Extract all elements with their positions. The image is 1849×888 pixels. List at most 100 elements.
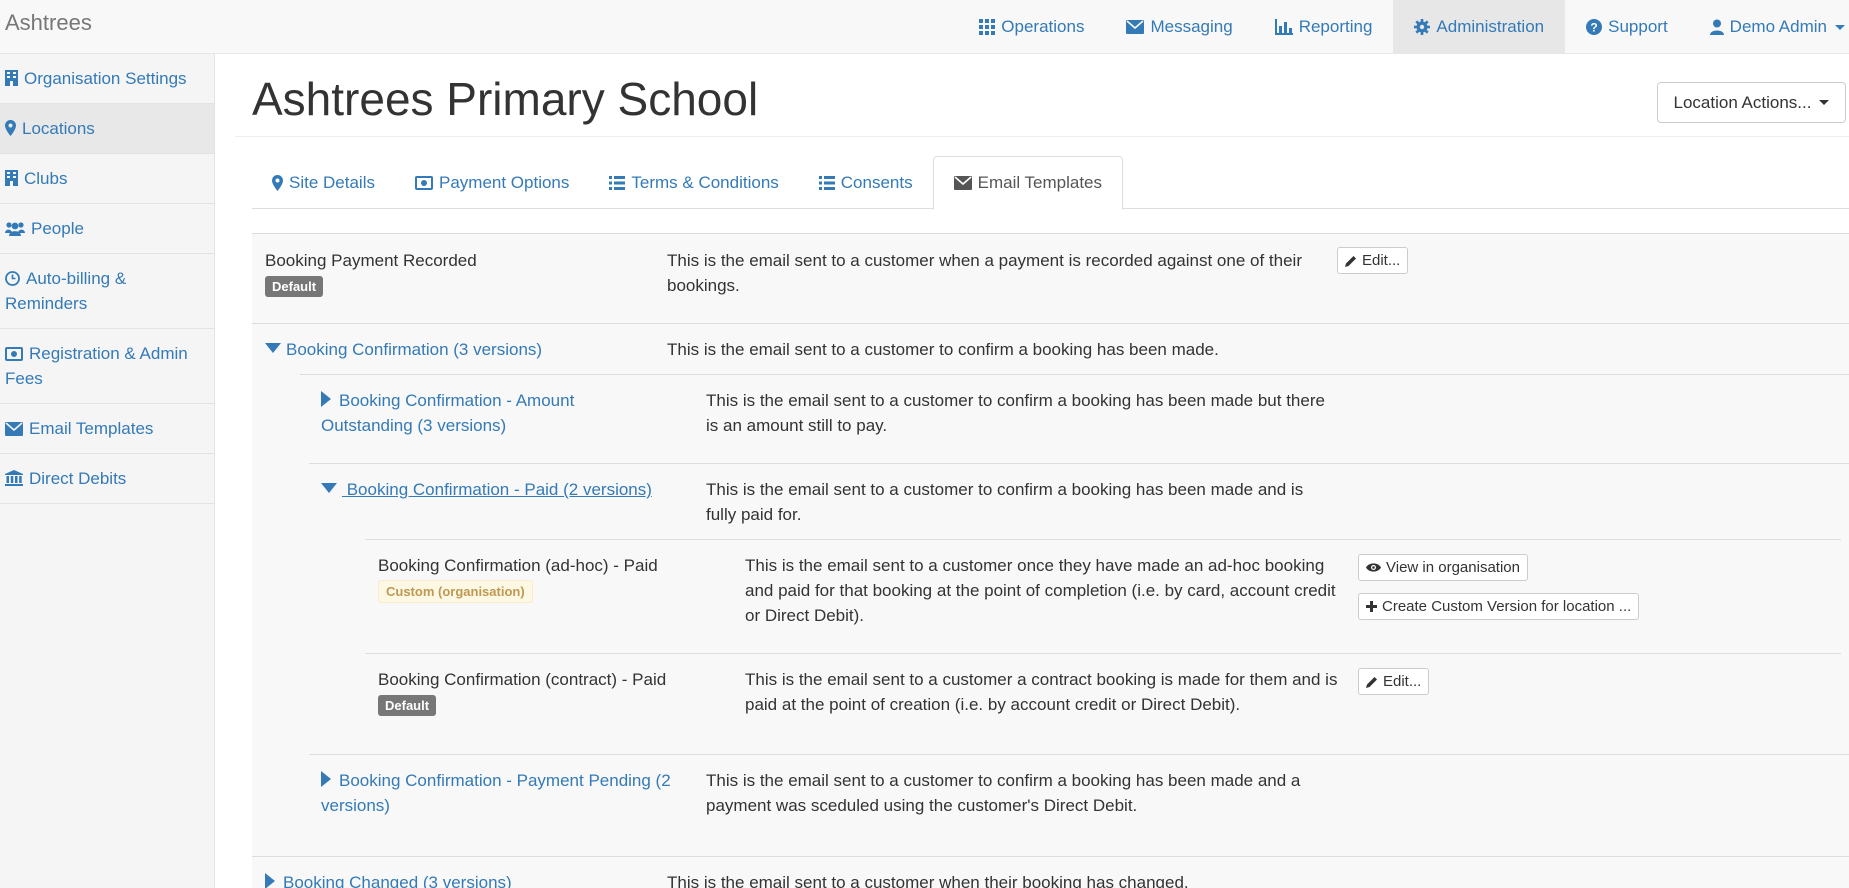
nav-messaging-label: Messaging <box>1150 17 1233 36</box>
template-description: This is the email sent to a customer whe… <box>667 873 1189 888</box>
envelope-icon <box>1126 20 1145 34</box>
nav-operations[interactable]: Operations <box>958 0 1105 54</box>
template-name: Booking Payment Recorded <box>265 251 477 270</box>
building-icon <box>5 70 18 86</box>
bar-chart-icon <box>1274 19 1293 35</box>
sidebar-item-email-templates[interactable]: Email Templates <box>0 404 214 454</box>
location-actions-label: Location Actions... <box>1673 92 1812 112</box>
location-tabs: Site Details Payment Options Terms & Con… <box>252 156 1849 210</box>
pencil-icon <box>1345 255 1356 267</box>
status-badge: Custom (organisation) <box>378 580 533 603</box>
nav-user-menu[interactable]: Demo Admin <box>1689 0 1849 54</box>
template-group-link[interactable]: Booking Changed (3 versions) <box>283 873 512 888</box>
sidebar-item-label: Clubs <box>24 169 68 188</box>
sidebar-item-label: Organisation Settings <box>24 69 187 88</box>
template-description: This is the email sent to a customer to … <box>706 771 1301 815</box>
edit-button-label: Edit... <box>1362 252 1401 269</box>
map-marker-icon <box>5 120 16 136</box>
users-icon <box>5 222 25 236</box>
tab-email-templates[interactable]: Email Templates <box>932 156 1124 210</box>
tab-consents[interactable]: Consents <box>799 156 933 209</box>
grid-icon <box>979 19 996 35</box>
email-templates-list: Booking Payment Recorded Default This is… <box>252 233 1849 888</box>
template-group-toggle[interactable]: Booking Confirmation - Payment Pending (… <box>321 768 681 818</box>
sidebar: Organisation Settings Locations Clubs Pe… <box>0 54 215 888</box>
brand-logo[interactable]: Ashtrees <box>5 10 92 36</box>
money-icon <box>5 347 23 361</box>
row-divider <box>252 323 1849 324</box>
template-description: This is the email sent to a customer to … <box>706 480 1304 524</box>
pencil-icon <box>1366 676 1377 688</box>
chevron-down-icon <box>1819 100 1830 105</box>
svg-text:?: ? <box>1590 21 1597 35</box>
template-group-link[interactable]: Booking Confirmation - Paid (2 versions) <box>342 480 652 499</box>
template-description: This is the email sent to a customer to … <box>667 340 1219 359</box>
chevron-down-icon <box>1835 24 1845 30</box>
nav-administration-label: Administration <box>1436 17 1545 36</box>
envelope-icon <box>5 422 23 436</box>
clock-icon <box>5 271 20 286</box>
list-icon <box>609 175 626 190</box>
template-group-toggle[interactable]: Booking Changed (3 versions) <box>265 870 665 888</box>
template-description: This is the email sent to a customer a c… <box>745 670 1338 714</box>
sidebar-item-people[interactable]: People <box>0 204 214 254</box>
nav-operations-label: Operations <box>1001 17 1085 36</box>
row-divider <box>252 856 1849 857</box>
template-group-link[interactable]: Booking Confirmation - Payment Pending (… <box>321 771 671 815</box>
question-icon: ? <box>1586 19 1603 35</box>
tab-site-details[interactable]: Site Details <box>252 156 395 209</box>
caret-down-icon <box>265 343 281 353</box>
map-marker-icon <box>272 174 283 191</box>
template-group-link[interactable]: Booking Confirmation (3 versions) <box>286 340 542 359</box>
template-name-cell: Booking Confirmation (ad-hoc) - Paid Cus… <box>378 553 698 603</box>
edit-button[interactable]: Edit... <box>1337 247 1409 274</box>
caret-right-icon <box>321 771 331 787</box>
view-in-organisation-button[interactable]: View in organisation <box>1358 554 1528 581</box>
nav-support[interactable]: ? Support <box>1565 0 1689 54</box>
edit-button-label: Edit... <box>1383 673 1422 690</box>
template-description: This is the email sent to a customer onc… <box>745 556 1336 625</box>
building-icon <box>5 170 18 186</box>
nav-administration[interactable]: Administration <box>1393 0 1566 54</box>
tab-label: Terms & Conditions <box>631 172 779 192</box>
nav-reporting-label: Reporting <box>1298 17 1373 36</box>
sidebar-item-auto-billing[interactable]: Auto-billing & Reminders <box>0 254 214 329</box>
bank-icon <box>5 470 23 486</box>
tab-terms-conditions[interactable]: Terms & Conditions <box>589 156 798 209</box>
view-button-label: View in organisation <box>1386 559 1520 576</box>
sidebar-item-clubs[interactable]: Clubs <box>0 154 214 204</box>
template-name-cell: Booking Payment Recorded Default <box>265 248 645 298</box>
eye-icon <box>1366 563 1381 572</box>
location-actions-button[interactable]: Location Actions... <box>1657 82 1846 123</box>
edit-button[interactable]: Edit... <box>1358 668 1430 695</box>
sidebar-item-direct-debits[interactable]: Direct Debits <box>0 454 214 504</box>
sidebar-item-locations[interactable]: Locations <box>0 104 214 154</box>
create-custom-version-button[interactable]: Create Custom Version for location ... <box>1358 593 1640 620</box>
caret-right-icon <box>265 873 275 888</box>
template-name-cell: Booking Confirmation (contract) - Paid D… <box>378 667 698 717</box>
nav-user-label: Demo Admin <box>1729 17 1827 36</box>
envelope-icon <box>953 176 972 190</box>
page-title: Ashtrees Primary School <box>252 73 759 125</box>
row-divider <box>309 754 1849 755</box>
sidebar-item-registration-fees[interactable]: Registration & Admin Fees <box>0 329 214 404</box>
template-group-toggle[interactable]: Booking Confirmation - Paid (2 versions) <box>321 477 681 502</box>
tab-label: Payment Options <box>438 172 570 192</box>
nav-reporting[interactable]: Reporting <box>1254 0 1394 54</box>
status-badge: Default <box>378 695 437 716</box>
sidebar-item-organisation-settings[interactable]: Organisation Settings <box>0 54 214 104</box>
tab-payment-options[interactable]: Payment Options <box>395 156 589 209</box>
sidebar-item-label: People <box>31 219 84 238</box>
template-group-toggle[interactable]: Booking Confirmation - Amount Outstandin… <box>321 388 621 438</box>
template-name: Booking Confirmation (contract) - Paid <box>378 670 667 689</box>
status-badge: Default <box>265 276 324 297</box>
template-group-link[interactable]: Booking Confirmation - Amount Outstandin… <box>321 391 574 435</box>
row-divider <box>365 539 1841 540</box>
user-icon <box>1709 19 1724 35</box>
tab-label: Site Details <box>289 172 375 192</box>
template-description: This is the email sent to a customer whe… <box>667 251 1302 295</box>
nav-messaging[interactable]: Messaging <box>1105 0 1253 54</box>
nav-support-label: Support <box>1608 17 1668 36</box>
sidebar-item-label: Direct Debits <box>29 469 127 488</box>
template-group-toggle[interactable]: Booking Confirmation (3 versions) <box>265 337 665 362</box>
